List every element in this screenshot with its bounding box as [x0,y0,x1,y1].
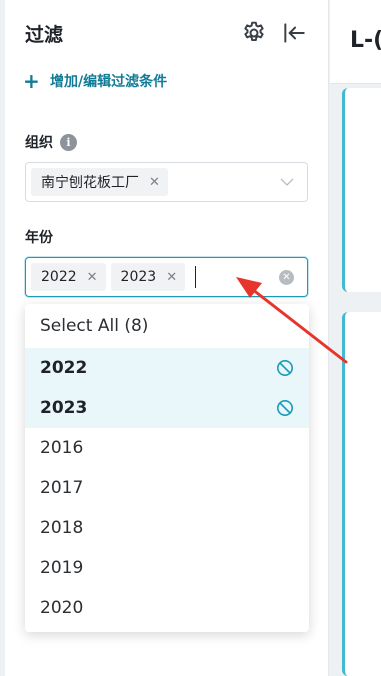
add-filter-link[interactable]: + 增加/编辑过滤条件 [23,70,167,92]
remove-tag-icon[interactable]: ✕ [149,175,160,190]
dropdown-option-2017[interactable]: 2017 [25,468,309,508]
info-icon[interactable]: i [60,133,77,151]
chevron-down-icon[interactable] [279,174,295,190]
option-label: 2019 [40,558,84,578]
clear-icon[interactable]: ✕ [279,270,294,285]
remove-tag-icon[interactable]: ✕ [87,270,98,285]
year-tag: 2023 ✕ [110,263,186,291]
text-cursor [195,266,197,288]
year-dropdown: Select All (8) 2022 2023 2016 2017 2018 … [25,304,309,632]
option-label: 2017 [40,478,84,498]
panel-title: 过滤 [25,24,64,46]
year-tag-label: 2022 [41,269,77,285]
organization-tag: 南宁刨花板工厂 ✕ [31,168,168,196]
ban-icon[interactable] [276,359,294,377]
collapse-panel-button[interactable] [281,20,307,46]
year-tag: 2022 ✕ [31,263,106,291]
content-card [342,312,381,676]
organization-tag-label: 南宁刨花板工厂 [41,175,139,191]
ban-icon[interactable] [276,399,294,417]
plus-icon: + [23,69,40,93]
year-label: 年份 [25,227,53,247]
collapse-left-icon [284,23,305,43]
select-all-option[interactable]: Select All (8) [25,304,309,348]
year-tag-label: 2023 [120,269,157,285]
option-label: 2018 [40,518,84,538]
dropdown-option-2019[interactable]: 2019 [25,548,309,588]
gear-icon [244,21,264,42]
option-label: 2016 [40,438,84,458]
organization-select[interactable]: 南宁刨花板工厂 ✕ [25,162,308,202]
dropdown-option-2016[interactable]: 2016 [25,428,309,468]
dropdown-option-2022[interactable]: 2022 [25,348,309,388]
organization-label-text: 组织 [25,135,53,151]
add-filter-label: 增加/编辑过滤条件 [50,74,168,90]
remove-tag-icon[interactable]: ✕ [166,270,177,285]
year-select[interactable]: 2022 ✕ 2023 ✕ ✕ [25,257,308,297]
year-label-text: 年份 [25,230,53,246]
dropdown-option-2023[interactable]: 2023 [25,388,309,428]
dropdown-option-2018[interactable]: 2018 [25,508,309,548]
option-label: 2023 [40,398,88,418]
dropdown-option-2020[interactable]: 2020 [25,588,309,628]
organization-label: 组织 i [25,132,77,152]
main-header: L-( [330,0,381,84]
main-header-title: L-( [350,28,381,53]
settings-button[interactable] [241,20,267,46]
option-label: 2020 [40,598,84,618]
content-card [342,88,381,292]
option-label: 2022 [40,358,88,378]
